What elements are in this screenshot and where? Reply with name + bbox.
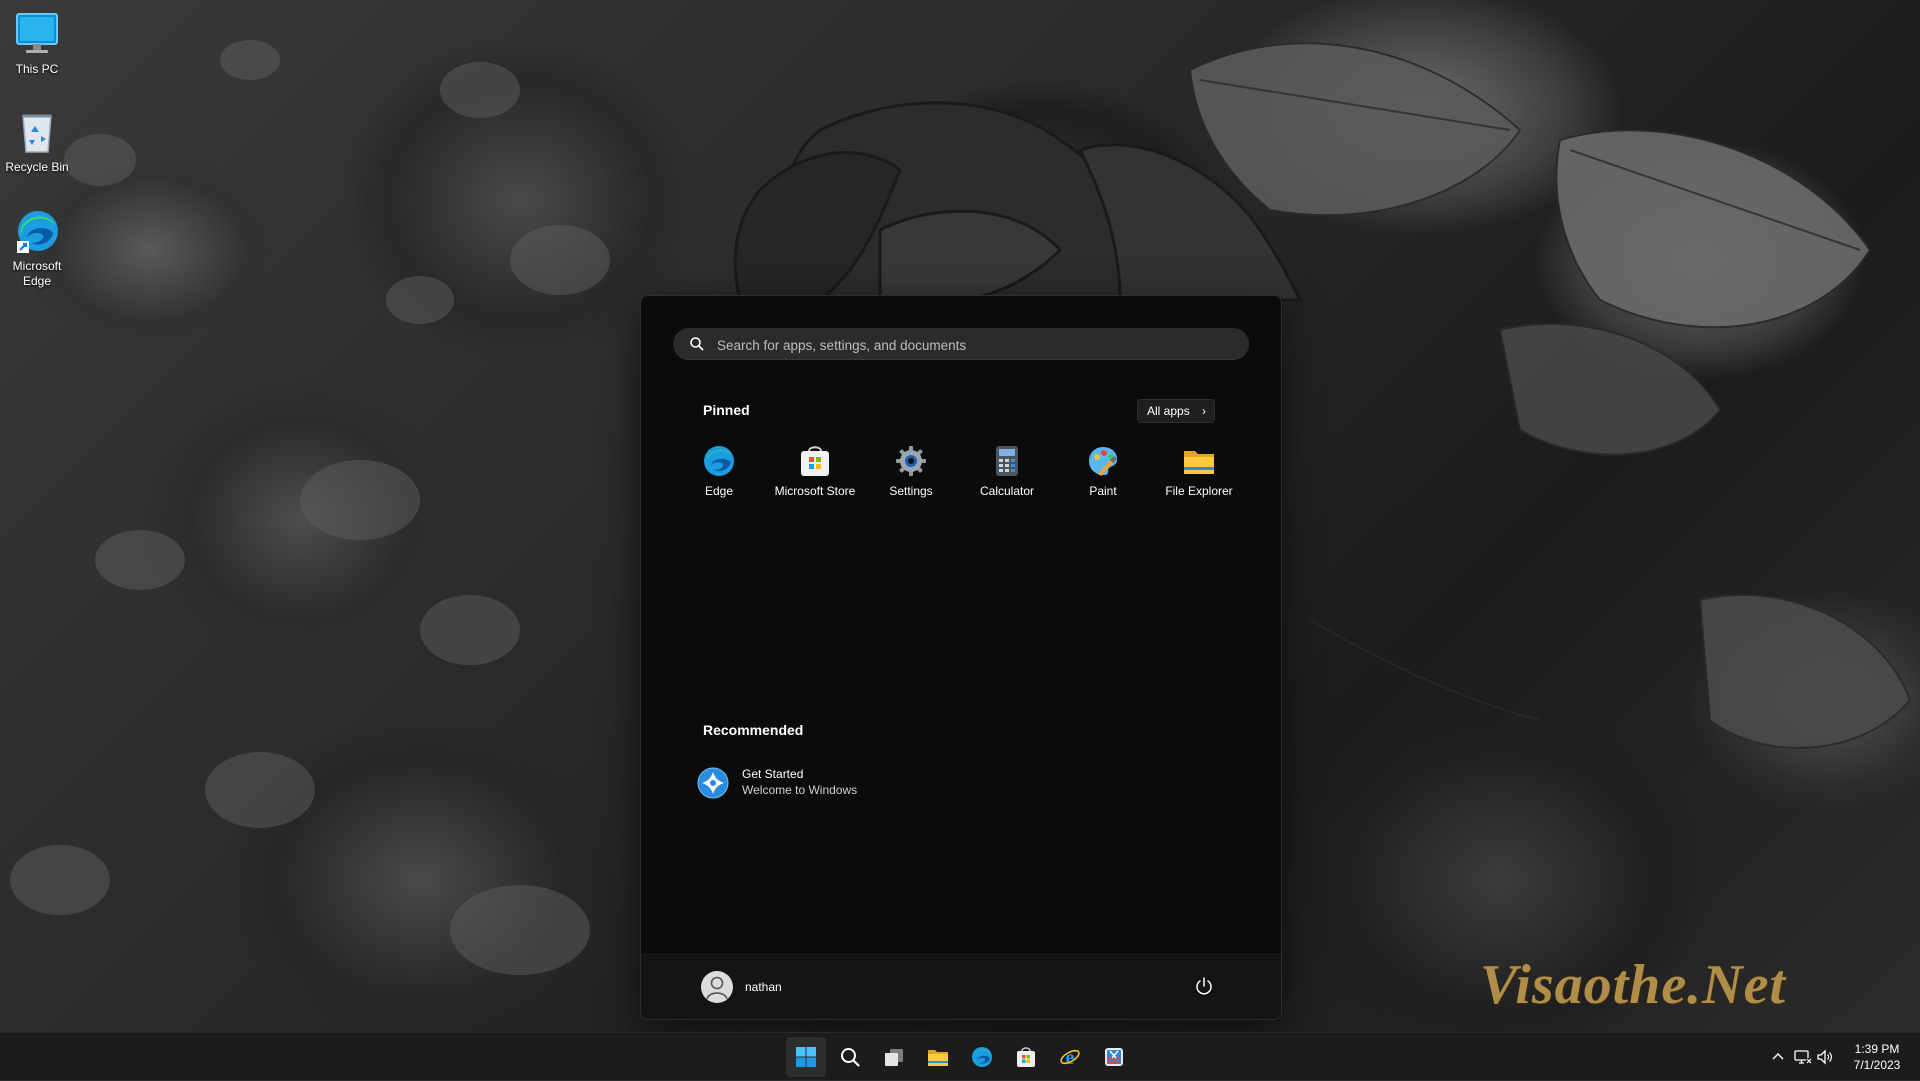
desktop-icon-label: Recycle Bin xyxy=(5,160,69,174)
taskbar-search-button[interactable] xyxy=(830,1037,870,1077)
pinned-app-label: Calculator xyxy=(979,484,1035,498)
search-icon xyxy=(839,1046,861,1068)
chevron-right-icon: › xyxy=(1202,404,1206,418)
pinned-app-label: Microsoft Store xyxy=(774,484,856,498)
snipping-tool-icon xyxy=(1103,1046,1125,1068)
edge-icon xyxy=(702,444,736,478)
pinned-app-label: Edge xyxy=(704,484,734,498)
clock-time: 1:39 PM xyxy=(1854,1042,1900,1056)
calculator-icon xyxy=(990,444,1024,478)
clock-date: 7/1/2023 xyxy=(1853,1058,1901,1072)
taskbar-clock[interactable]: 1:39 PM 7/1/2023 xyxy=(1846,1041,1908,1073)
recommended-heading: Recommended xyxy=(703,722,804,738)
search-icon xyxy=(689,336,705,352)
start-search-box[interactable] xyxy=(673,328,1249,362)
task-view-icon xyxy=(883,1046,905,1068)
chevron-up-icon[interactable] xyxy=(1770,1049,1786,1065)
monitor-icon xyxy=(13,10,61,58)
pinned-app-paint[interactable]: Paint xyxy=(1055,436,1151,506)
pinned-heading: Pinned xyxy=(703,402,750,418)
edge-icon xyxy=(13,207,61,255)
system-tray xyxy=(1760,1033,1840,1081)
desktop-icon-this-pc[interactable]: This PC xyxy=(0,10,74,77)
taskbar-store-button[interactable] xyxy=(1006,1037,1046,1077)
volume-icon[interactable] xyxy=(1816,1048,1834,1066)
desktop-icon-microsoft-edge[interactable]: Microsoft Edge xyxy=(0,207,74,289)
folder-icon xyxy=(1182,444,1216,478)
watermark-text: Visaothe.Net xyxy=(1480,954,1787,1016)
pinned-app-label: Paint xyxy=(1089,484,1117,498)
avatar xyxy=(701,971,733,1003)
start-icon xyxy=(795,1046,817,1068)
pinned-app-calculator[interactable]: Calculator xyxy=(959,436,1055,506)
all-apps-button[interactable]: All apps › xyxy=(1137,399,1215,423)
taskbar-task-view-button[interactable] xyxy=(874,1037,914,1077)
recommended-item-get-started[interactable]: Get Started Welcome to Windows xyxy=(697,764,957,804)
pinned-app-settings[interactable]: Settings xyxy=(863,436,959,506)
taskbar-edge-button[interactable] xyxy=(962,1037,1002,1077)
pinned-app-file-explorer[interactable]: File Explorer xyxy=(1151,436,1247,506)
folder-icon xyxy=(927,1046,949,1068)
network-icon[interactable] xyxy=(1794,1048,1812,1066)
taskbar: e 1:39 PM 7/1/2023 xyxy=(0,1032,1920,1080)
store-icon xyxy=(798,444,832,478)
desktop-icon-label: This PC xyxy=(15,62,59,76)
edge-icon xyxy=(971,1046,993,1068)
all-apps-label: All apps xyxy=(1147,404,1190,418)
recommended-item-title: Get Started xyxy=(742,767,804,781)
start-menu: Pinned All apps › Edge xyxy=(640,295,1282,1020)
taskbar-start-button[interactable] xyxy=(786,1037,826,1077)
gear-icon xyxy=(894,444,928,478)
pinned-app-label: Settings xyxy=(889,484,933,498)
taskbar-file-explorer-button[interactable] xyxy=(918,1037,958,1077)
power-button[interactable] xyxy=(1193,975,1215,997)
paint-icon xyxy=(1086,444,1120,478)
user-name: nathan xyxy=(745,980,782,994)
search-input[interactable] xyxy=(715,328,1239,362)
desktop-icon-recycle-bin[interactable]: Recycle Bin xyxy=(0,108,74,175)
desktop-icon-label: Microsoft Edge xyxy=(12,259,62,288)
pinned-app-microsoft-store[interactable]: Microsoft Store xyxy=(767,436,863,506)
pinned-app-label: File Explorer xyxy=(1165,484,1233,498)
pinned-app-edge[interactable]: Edge xyxy=(671,436,767,506)
recycle-bin-icon xyxy=(13,108,61,156)
pinned-apps-grid: Edge Microsoft Store Settings Calculator… xyxy=(673,436,1249,506)
start-menu-footer: nathan xyxy=(641,954,1281,1019)
internet-explorer-icon: e xyxy=(1059,1046,1081,1069)
get-started-icon xyxy=(697,767,729,799)
store-icon xyxy=(1015,1046,1037,1068)
power-icon xyxy=(1196,977,1212,995)
recommended-item-subtitle: Welcome to Windows xyxy=(742,783,858,797)
taskbar-internet-explorer-button[interactable]: e xyxy=(1050,1037,1090,1077)
taskbar-snipping-tool-button[interactable] xyxy=(1094,1037,1134,1077)
